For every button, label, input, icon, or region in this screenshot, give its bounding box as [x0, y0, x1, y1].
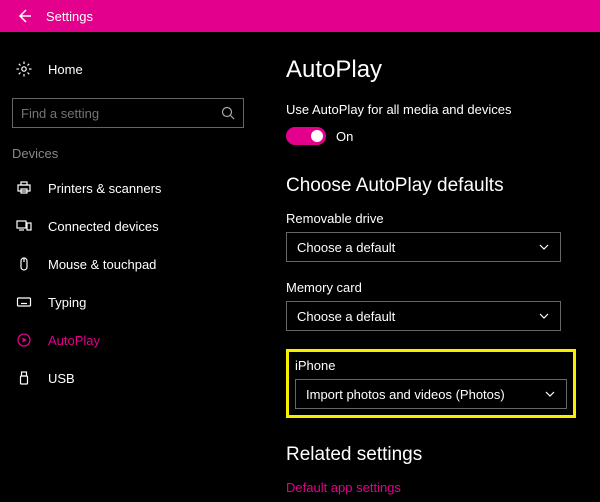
mouse-icon — [12, 256, 36, 272]
chevron-down-icon — [538, 310, 550, 322]
toggle-description: Use AutoPlay for all media and devices — [286, 102, 590, 117]
sidebar-item-typing[interactable]: Typing — [8, 283, 248, 321]
field-label-iphone: iPhone — [295, 358, 567, 373]
dropdown-value: Choose a default — [297, 309, 395, 324]
search-icon — [221, 106, 235, 120]
autoplay-toggle[interactable] — [286, 127, 326, 145]
sidebar-item-mouse[interactable]: Mouse & touchpad — [8, 245, 248, 283]
dropdown-memory-card[interactable]: Choose a default — [286, 301, 561, 331]
sidebar-item-connected[interactable]: Connected devices — [8, 207, 248, 245]
dropdown-removable-drive[interactable]: Choose a default — [286, 232, 561, 262]
sidebar-item-label: USB — [48, 371, 75, 386]
search-field[interactable] — [21, 106, 221, 121]
arrow-left-icon — [16, 8, 32, 24]
sidebar-home[interactable]: Home — [8, 50, 248, 88]
gear-icon — [12, 61, 36, 77]
sidebar: Home Devices Printers & scanners Connect… — [0, 32, 256, 502]
sidebar-home-label: Home — [48, 62, 83, 77]
dropdown-iphone[interactable]: Import photos and videos (Photos) — [295, 379, 567, 409]
chevron-down-icon — [538, 241, 550, 253]
related-link[interactable]: Default app settings — [286, 480, 590, 495]
page-title: AutoPlay — [286, 56, 590, 84]
sidebar-item-printers[interactable]: Printers & scanners — [8, 169, 248, 207]
keyboard-icon — [12, 294, 36, 310]
dropdown-value: Choose a default — [297, 240, 395, 255]
sidebar-item-label: Typing — [48, 295, 86, 310]
sidebar-category: Devices — [12, 146, 244, 161]
usb-icon — [12, 370, 36, 386]
dropdown-value: Import photos and videos (Photos) — [306, 387, 505, 402]
back-button[interactable] — [4, 0, 44, 32]
sidebar-item-label: AutoPlay — [48, 333, 100, 348]
chevron-down-icon — [544, 388, 556, 400]
main-panel: AutoPlay Use AutoPlay for all media and … — [256, 32, 600, 502]
related-heading: Related settings — [286, 444, 590, 466]
devices-icon — [12, 218, 36, 234]
section-heading: Choose AutoPlay defaults — [286, 175, 590, 197]
field-label-memory: Memory card — [286, 280, 590, 295]
iphone-highlight: iPhone Import photos and videos (Photos) — [286, 349, 576, 418]
toggle-state: On — [336, 129, 353, 144]
field-label-removable: Removable drive — [286, 211, 590, 226]
sidebar-item-label: Mouse & touchpad — [48, 257, 156, 272]
sidebar-item-usb[interactable]: USB — [8, 359, 248, 397]
app-title: Settings — [46, 9, 93, 24]
toggle-knob — [311, 130, 323, 142]
search-input[interactable] — [12, 98, 244, 128]
title-bar: Settings — [0, 0, 600, 32]
autoplay-icon — [12, 332, 36, 348]
printer-icon — [12, 180, 36, 196]
sidebar-item-autoplay[interactable]: AutoPlay — [8, 321, 248, 359]
sidebar-item-label: Printers & scanners — [48, 181, 161, 196]
sidebar-item-label: Connected devices — [48, 219, 159, 234]
